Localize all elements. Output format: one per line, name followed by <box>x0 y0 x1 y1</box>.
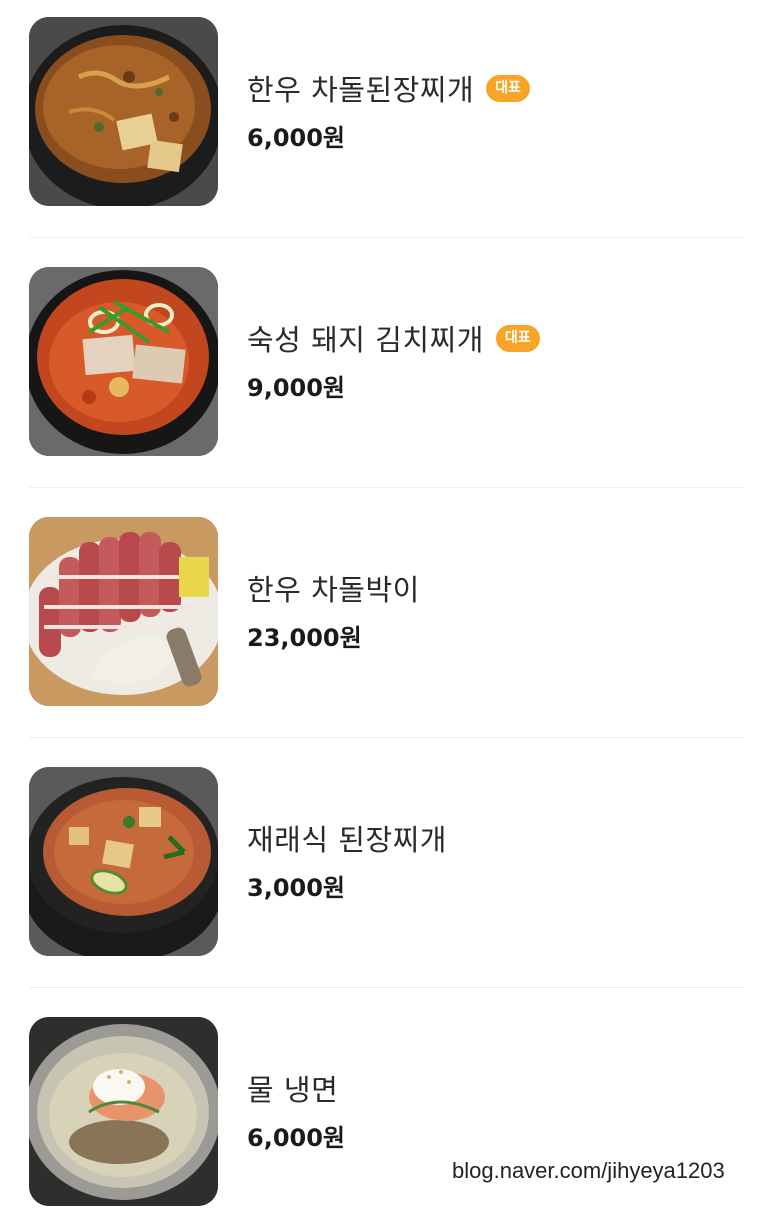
menu-item-chadol-doenjang-stew[interactable]: 한우 차돌된장찌개 대표 6,000원 <box>29 17 744 207</box>
menu-item-traditional-doenjang-stew[interactable]: 재래식 된장찌개 3,000원 <box>29 767 744 957</box>
menu-item-photo <box>29 767 218 956</box>
menu-item-info: 물 냉면 6,000원 <box>247 1068 744 1153</box>
blog-watermark: blog.naver.com/jihyeya1203 <box>452 1158 725 1183</box>
divider <box>29 737 744 738</box>
menu-item-photo <box>29 267 218 456</box>
menu-item-name: 한우 차돌된장찌개 <box>247 73 475 107</box>
menu-item-price: 3,000원 <box>247 874 345 902</box>
divider <box>29 237 744 238</box>
menu-item-name: 숙성 돼지 김치찌개 <box>247 323 484 357</box>
menu-item-info: 재래식 된장찌개 3,000원 <box>247 818 744 903</box>
menu-item-info: 한우 차돌된장찌개 대표 6,000원 <box>247 68 744 153</box>
menu-item-chadolbagi[interactable]: 한우 차돌박이 23,000원 <box>29 517 744 707</box>
menu-item-photo <box>29 17 218 206</box>
menu-item-price: 23,000원 <box>247 624 362 652</box>
menu-item-info: 한우 차돌박이 23,000원 <box>247 568 744 653</box>
menu-item-name: 재래식 된장찌개 <box>247 823 447 857</box>
signature-badge: 대표 <box>486 74 530 102</box>
menu-item-price: 9,000원 <box>247 374 345 402</box>
menu-item-photo <box>29 517 218 706</box>
menu-item-price: 6,000원 <box>247 124 345 152</box>
menu-item-photo <box>29 1017 218 1206</box>
menu-item-name: 한우 차돌박이 <box>247 573 420 607</box>
divider <box>29 987 744 988</box>
divider <box>29 487 744 488</box>
signature-badge: 대표 <box>495 324 540 352</box>
menu-item-kimchi-stew[interactable]: 숙성 돼지 김치찌개 대표 9,000원 <box>29 267 744 457</box>
menu-item-info: 숙성 돼지 김치찌개 대표 9,000원 <box>247 318 744 403</box>
menu-item-name: 물 냉면 <box>247 1073 339 1107</box>
menu-item-price: 6,000원 <box>247 1124 345 1152</box>
